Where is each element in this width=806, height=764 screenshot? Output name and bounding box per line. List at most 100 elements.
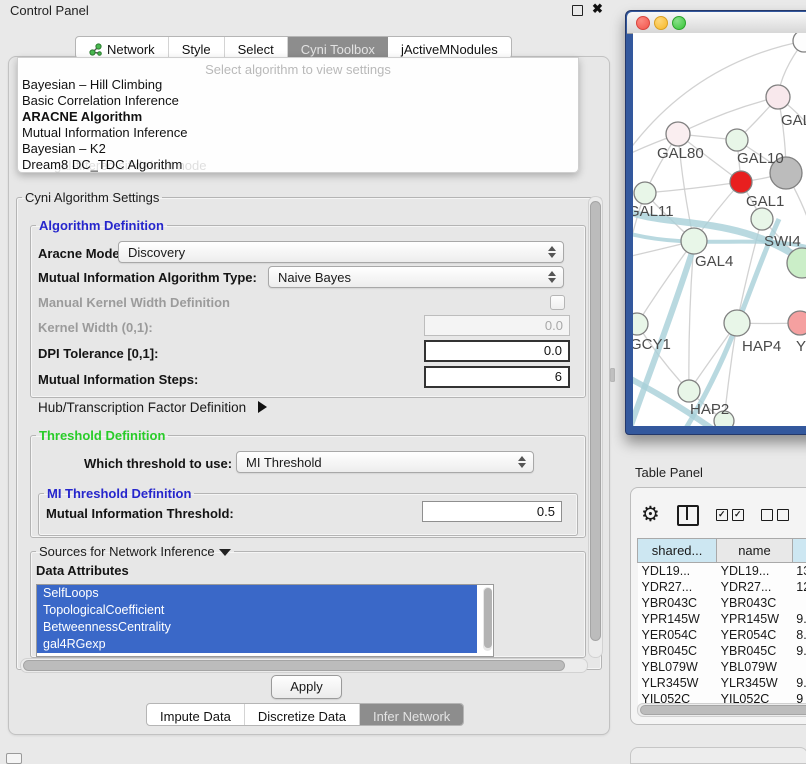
table-row[interactable]: YPR145WYPR145W9. <box>638 611 806 627</box>
gear-icon[interactable]: ⚙ <box>641 505 660 525</box>
network-window-titlebar[interactable] <box>627 12 806 34</box>
table-cell[interactable]: YER054C <box>638 627 717 643</box>
select-all-icon[interactable]: ✓✓ <box>716 509 744 521</box>
list-scrollbar-thumb[interactable] <box>484 588 492 648</box>
table-cell[interactable]: YBR043C <box>638 595 717 611</box>
table-cell[interactable]: 9. <box>792 611 806 627</box>
tab-style[interactable]: Style <box>169 37 225 58</box>
table-cell[interactable] <box>792 595 806 611</box>
network-node-gal4[interactable] <box>681 228 707 254</box>
column-header[interactable]: shared... <box>638 539 717 563</box>
algorithm-option[interactable]: Dream8 DC_TDC Algorithm <box>22 157 562 173</box>
algorithm-option[interactable]: Bayesian – K2 <box>22 141 562 157</box>
table-hscroll-thumb[interactable] <box>640 705 806 715</box>
attribute-item[interactable]: TopologicalCoefficient <box>37 602 477 619</box>
settings-hscroll-thumb[interactable] <box>23 660 565 671</box>
minimize-window-icon[interactable] <box>654 16 668 30</box>
mi-threshold-field[interactable]: 0.5 <box>422 501 562 522</box>
aracne-mode-select[interactable]: Discovery <box>118 241 564 263</box>
close-panel-icon[interactable]: ✖ <box>592 1 603 17</box>
algorithm-option[interactable]: ARACNE Algorithm <box>22 109 562 125</box>
tab-jactivemnodules[interactable]: jActiveMNodules <box>388 37 511 58</box>
table-cell[interactable]: YDR27... <box>717 579 793 595</box>
network-node-gcy1[interactable] <box>633 313 648 335</box>
attribute-item[interactable]: BetweennessCentrality <box>37 619 477 636</box>
close-window-icon[interactable] <box>636 16 650 30</box>
attribute-item[interactable]: gal4RGexp <box>37 636 477 653</box>
tab-network[interactable]: Network <box>76 37 169 58</box>
network-node[interactable] <box>793 33 806 52</box>
mi-type-select[interactable]: Naive Bayes <box>268 266 564 288</box>
table-cell[interactable]: YBR045C <box>638 643 717 659</box>
table-cell[interactable]: YBR045C <box>717 643 793 659</box>
network-node-gal[interactable] <box>766 85 790 109</box>
table-cell[interactable]: 9. <box>792 675 806 691</box>
attribute-item[interactable]: SelfLoops <box>37 585 477 602</box>
algorithm-option[interactable]: Mutual Information Inference <box>22 125 562 141</box>
algorithm-option[interactable]: Basic Correlation Inference <box>22 93 562 109</box>
deselect-all-icon[interactable] <box>761 509 789 521</box>
table-cell[interactable]: YDL19... <box>638 563 717 580</box>
network-edge[interactable] <box>637 241 694 324</box>
network-node-gal80[interactable] <box>666 122 690 146</box>
network-node-gal10[interactable] <box>726 129 748 151</box>
settings-vertical-scrollbar[interactable] <box>588 196 603 658</box>
settings-vscroll-thumb[interactable] <box>590 201 601 641</box>
column-header[interactable]: name <box>717 539 793 563</box>
table-cell[interactable]: YLR345W <box>638 675 717 691</box>
network-node-hap4[interactable] <box>724 310 750 336</box>
column-header[interactable]: A <box>792 539 806 563</box>
split-columns-icon[interactable] <box>677 505 699 526</box>
table-row[interactable]: YBL079WYBL079W <box>638 659 806 675</box>
table-row[interactable]: YBR045CYBR045C9. <box>638 643 806 659</box>
sources-legend[interactable]: Sources for Network Inference <box>36 544 234 559</box>
table-row[interactable]: YER054CYER054C8. <box>638 627 806 643</box>
table-cell[interactable]: YPR145W <box>638 611 717 627</box>
table-cell[interactable]: YER054C <box>717 627 793 643</box>
tab-select[interactable]: Select <box>225 37 288 58</box>
network-edge[interactable] <box>678 97 778 134</box>
network-edge[interactable] <box>645 182 741 193</box>
table-cell[interactable]: YPR145W <box>717 611 793 627</box>
tab-cyni-toolbox[interactable]: Cyni Toolbox <box>288 37 388 58</box>
list-scrollbar[interactable] <box>483 587 492 651</box>
settings-horizontal-scrollbar[interactable] <box>20 658 588 673</box>
table-cell[interactable]: 9. <box>792 643 806 659</box>
table-cell[interactable]: YDR27... <box>638 579 717 595</box>
tab-infer-network[interactable]: Infer Network <box>360 704 463 725</box>
table-row[interactable]: YBR043CYBR043C <box>638 595 806 611</box>
kernel-width-field[interactable]: 0.0 <box>424 315 570 336</box>
table-cell[interactable] <box>792 659 806 675</box>
table-cell[interactable]: YBL079W <box>638 659 717 675</box>
table-row[interactable]: YDL19...YDL19...13 <box>638 563 806 580</box>
algorithm-option[interactable]: Bayesian – Hill Climbing <box>22 77 562 93</box>
hub-definition-toggle[interactable]: Hub/Transcription Factor Definition <box>38 400 267 415</box>
collapsed-panel-chip[interactable] <box>6 753 22 764</box>
table-row[interactable]: YLR345WYLR345W9. <box>638 675 806 691</box>
table-cell[interactable]: YBL079W <box>717 659 793 675</box>
network-graph[interactable]: GALGAL80GAL10GAL1GAL11SWI4GAL4GCY1HAP4YH… <box>633 33 806 426</box>
network-node-gal11[interactable] <box>634 182 656 204</box>
apply-button[interactable]: Apply <box>271 675 342 699</box>
table-cell[interactable]: 8. <box>792 627 806 643</box>
table-cell[interactable]: 13 <box>792 563 806 580</box>
float-panel-icon[interactable] <box>572 5 583 16</box>
table-cell[interactable]: 12 <box>792 579 806 595</box>
mi-steps-field[interactable]: 6 <box>424 366 570 388</box>
table-cell[interactable]: YLR345W <box>717 675 793 691</box>
splitpane-grip[interactable] <box>610 368 615 382</box>
network-view-window[interactable]: GALGAL80GAL10GAL1GAL11SWI4GAL4GCY1HAP4YH… <box>625 10 806 435</box>
table-cell[interactable]: YBR043C <box>717 595 793 611</box>
network-node-swi4[interactable] <box>751 208 773 230</box>
tab-discretize-data[interactable]: Discretize Data <box>245 704 360 725</box>
network-canvas[interactable]: GALGAL80GAL10GAL1GAL11SWI4GAL4GCY1HAP4YH… <box>633 33 806 426</box>
table-row[interactable]: YDR27...YDR27...12 <box>638 579 806 595</box>
network-node-gal1[interactable] <box>730 171 752 193</box>
table-cell[interactable]: YDL19... <box>717 563 793 580</box>
which-threshold-select[interactable]: MI Threshold <box>236 451 534 473</box>
zoom-window-icon[interactable] <box>672 16 686 30</box>
network-node-y[interactable] <box>788 311 806 335</box>
dpi-tolerance-field[interactable]: 0.0 <box>424 340 570 362</box>
table-horizontal-scrollbar[interactable] <box>637 703 806 717</box>
tab-impute-data[interactable]: Impute Data <box>147 704 245 725</box>
